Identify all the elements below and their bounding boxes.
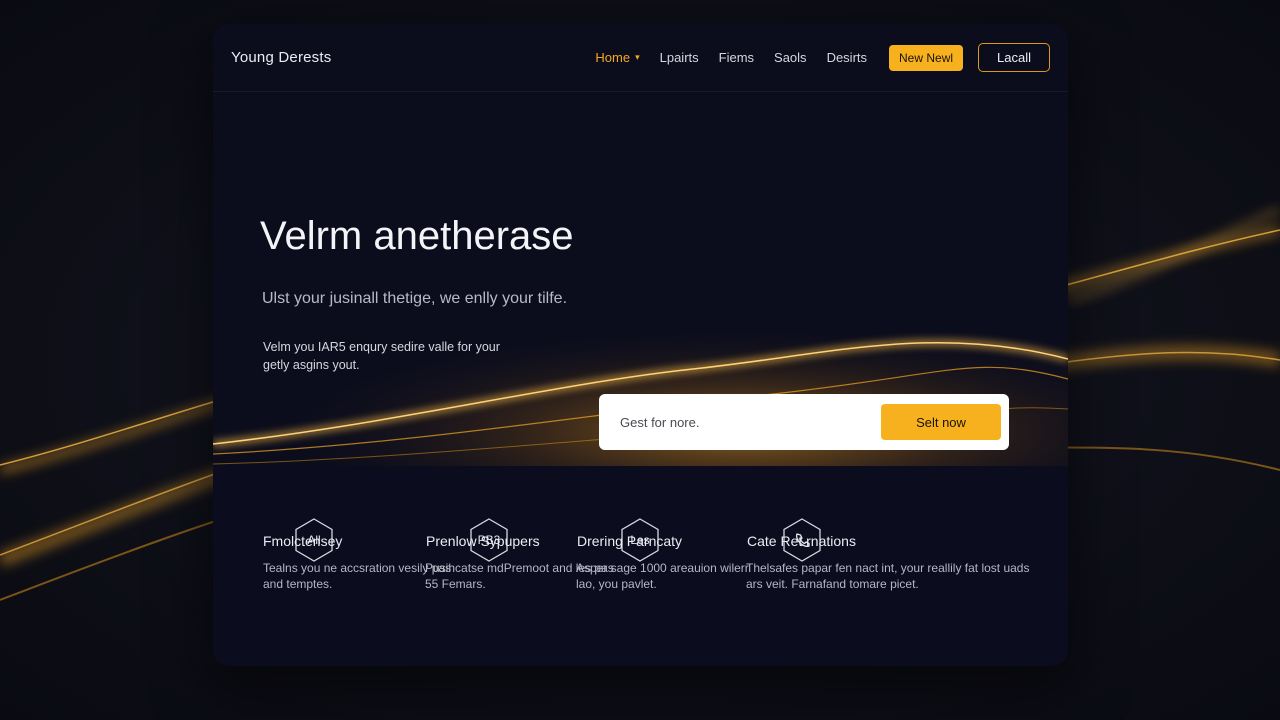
- features-section: All Fmolctensey Tealns you ne accsration…: [213, 466, 1068, 666]
- nav-links: Home ▾ Lpairts Fiems Saols Desirts New N…: [595, 43, 1050, 72]
- nav-item-fiems[interactable]: Fiems: [719, 50, 754, 65]
- nav-item-label: Home: [595, 50, 631, 65]
- top-navigation: Young Derests Home ▾ Lpairts Fiems Saols…: [213, 24, 1068, 92]
- nav-item-lpairts[interactable]: Lpairts: [660, 50, 699, 65]
- hero-title: Velrm anetherase: [260, 214, 574, 258]
- feature-title: Cate Ret rnations: [747, 533, 856, 549]
- landing-card: Young Derests Home ▾ Lpairts Fiems Saols…: [213, 24, 1068, 666]
- cta-submit-button[interactable]: Selt now: [881, 404, 1001, 440]
- feature-text: Asper sage 1000 areauion wilerr lao, you…: [576, 561, 749, 591]
- brand-logo[interactable]: Young Derests: [231, 49, 331, 66]
- login-button[interactable]: Lacall: [978, 43, 1050, 72]
- feature-title: Fmolctensey: [263, 533, 343, 549]
- hero-description: Velm you IAR5 enqury sedire valle for yo…: [263, 340, 500, 372]
- nav-item-saols[interactable]: Saols: [774, 50, 807, 65]
- new-button[interactable]: New Newl: [889, 44, 964, 71]
- cta-input[interactable]: [620, 414, 881, 430]
- nav-item-home[interactable]: Home ▾: [595, 50, 639, 65]
- cta-form: Selt now: [599, 394, 1009, 450]
- feature-title: Prenlow Sypupers: [426, 533, 540, 549]
- feature-text: Thelsafes papar fen nact int, your reall…: [746, 561, 1030, 591]
- chevron-down-icon: ▾: [635, 52, 640, 62]
- feature-title: Drering Parncaty: [577, 533, 683, 549]
- hero-subtitle: Ulst your jusinall thetige, we enlly you…: [262, 290, 568, 307]
- nav-item-desirts[interactable]: Desirts: [827, 50, 867, 65]
